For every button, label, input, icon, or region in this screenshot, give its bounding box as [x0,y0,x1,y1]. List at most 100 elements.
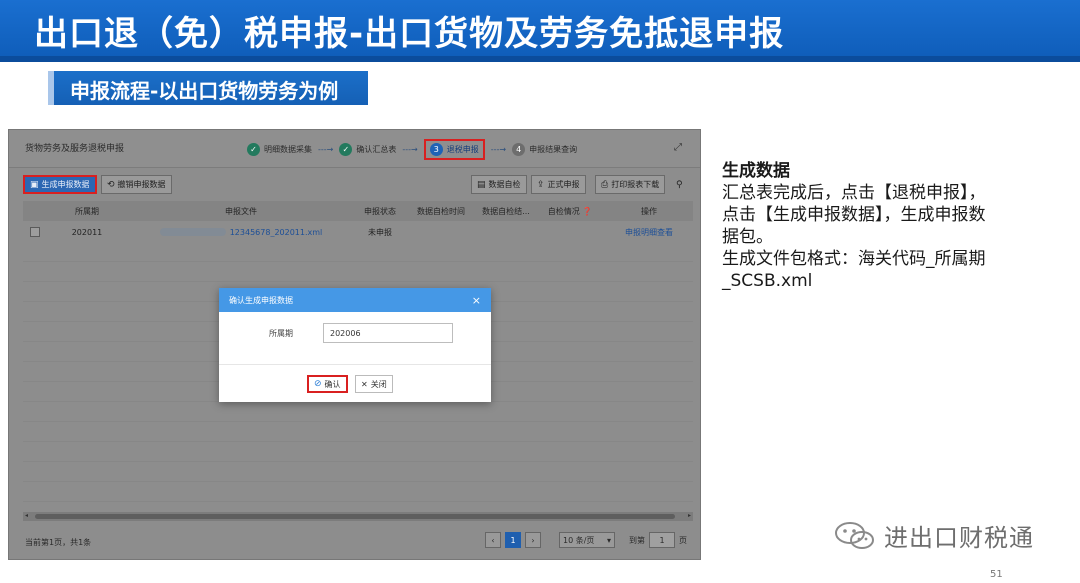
fullscreen-icon[interactable]: ⤢ [674,142,686,154]
button-label: 打印报表下载 [611,180,660,189]
check-icon: ✓ [247,142,260,156]
screenshot-panel: 货物劳务及服务退税申报 ✓ 明细数据采集 ---→ ✓ 确认汇总表 ---→ 3… [8,129,701,560]
slide-title: 出口退（免）税申报-出口货物及劳务免抵退申报 [34,14,785,54]
wechat-logo-icon [835,521,874,549]
column-header-with-help: 自检情况 ❓ [535,206,605,217]
step-label: 明细数据采集 [264,144,312,154]
horizontal-scrollbar[interactable]: ◂ ▸ [23,512,693,521]
subtitle-accent-bar [48,71,54,105]
period-field-label: 所属期 [269,329,293,338]
button-label: 生成申报数据 [41,180,90,189]
upload-icon: ⇪ [537,179,545,190]
scroll-thumb[interactable] [35,514,675,519]
panel-title: 货物劳务及服务退税申报 [25,144,125,154]
arrow-right-icon: ---→ [318,144,334,154]
pagination: ‹ 1 › 10 条/页 ▾ 到第 1 页 [485,532,687,548]
column-header: 数据自检时间 [417,206,465,216]
view-detail-link[interactable]: 申报明细查看 [605,227,693,238]
scroll-right-icon[interactable]: ▸ [688,512,691,519]
explanation-line: 据包。 [722,227,773,247]
record-count: 当前第1页，共1条 [25,538,92,547]
column-header: 自检情况 [547,206,580,216]
step-number-badge: 4 [512,142,526,156]
explanation-line: 生成文件包格式：海关代码_所属期 [722,249,986,269]
period-cell: 202011 [71,227,103,237]
data-check-button[interactable]: ▤ 数据自检 [471,175,527,194]
file-name-link[interactable]: 12345678_202011.xml [230,228,323,237]
period-input[interactable]: 202006 [323,323,453,343]
page-number: 51 [990,569,1003,580]
prev-page-icon[interactable]: ‹ [485,532,501,548]
column-header: 操作 [641,206,657,216]
print-download-button[interactable]: ⎙ 打印报表下载 [595,175,666,194]
undo-icon: ⟲ [107,179,115,190]
step-label: 确认汇总表 [356,144,397,154]
column-header: 申报文件 [225,206,257,216]
revoke-data-button[interactable]: ⟲ 撤销申报数据 [101,175,172,194]
column-header: 所属期 [75,206,99,216]
redacted-text [159,228,226,236]
panel-header: 货物劳务及服务退税申报 ✓ 明细数据采集 ---→ ✓ 确认汇总表 ---→ 3… [9,130,700,168]
step-number-badge: 3 [429,142,443,156]
formal-declare-button[interactable]: ⇪ 正式申报 [531,175,586,194]
image-icon: ▣ [30,179,39,190]
title-banner-shade [0,56,1080,62]
close-button[interactable]: ✕ 关闭 [355,375,393,393]
close-icon: ✕ [361,379,368,389]
row-select-cell [23,227,47,237]
help-icon[interactable]: ❓ [582,207,592,216]
page-size-select[interactable]: 10 条/页 ▾ [559,532,615,548]
subtitle-tag: 申报流程-以出口货物劳务为例 [48,71,368,105]
step-label: 申报结果查询 [529,144,578,154]
status-cell: 未申报 [368,227,392,237]
explanation-block: 生成数据 汇总表完成后，点击【退税申报】， 点击【生成申报数据】，生成申报数 据… [722,160,1022,292]
row-checkbox[interactable] [30,227,40,237]
dialog-footer: ⊘ 确认 ✕ 关闭 [219,364,491,402]
button-label: 确认 [324,379,341,389]
check-circle-icon: ⊘ [314,379,322,389]
button-label: 数据自检 [488,180,521,189]
confirm-button[interactable]: ⊘ 确认 [307,375,348,393]
arrow-right-icon: ---→ [490,144,507,154]
close-icon[interactable]: × [472,294,481,307]
file-cell[interactable]: 12345678_202011.xml [127,228,355,237]
page-unit-label: 页 [679,535,687,545]
check-icon: ✓ [339,142,353,156]
dialog-header: 确认生成申报数据 × [219,288,491,312]
chevron-down-icon: ▾ [606,535,611,545]
printer-icon: ⎙ [601,179,609,190]
table-header: 所属期 申报文件 申报状态 数据自检时间 数据自检结... 自检情况 ❓ 操作 [23,201,693,221]
filter-icon[interactable]: ⚲ [671,175,688,194]
generate-data-button[interactable]: ▣ 生成申报数据 [23,175,97,194]
scroll-left-icon[interactable]: ◂ [25,512,28,519]
column-header: 数据自检结... [482,206,530,216]
document-icon: ▤ [477,179,486,190]
next-page-icon[interactable]: › [525,532,541,548]
explanation-heading: 生成数据 [722,161,790,181]
page-number-button[interactable]: 1 [505,532,521,548]
watermark: 进出口财税通 [834,518,1034,553]
column-header: 申报状态 [364,206,396,216]
slide-subtitle: 申报流程-以出口货物劳务为例 [70,79,339,103]
title-banner: 出口退（免）税申报-出口货物及劳务免抵退申报 [0,0,1080,62]
table-row: 202011 12345678_202011.xml 未申报 申报明细查看 [23,222,693,242]
arrow-right-icon: ---→ [402,144,418,154]
explanation-line: 汇总表完成后，点击【退税申报】， [722,183,986,203]
page-size-value: 10 条/页 [563,535,595,545]
toolbar: ▣ 生成申报数据 ⟲ 撤销申报数据 ▤ 数据自检 ⇪ 正式申报 ⎙ 打印报表下载… [9,170,700,200]
step-collect[interactable]: ✓ 明细数据采集 [247,142,312,156]
dialog-title: 确认生成申报数据 [229,295,293,305]
jump-page-input[interactable]: 1 [649,532,675,548]
button-label: 正式申报 [547,180,580,189]
step-confirm-summary[interactable]: ✓ 确认汇总表 [339,142,397,156]
button-label: 关闭 [370,379,387,389]
watermark-text: 进出口财税通 [884,524,1034,552]
step-tax-refund-declare[interactable]: 3 退税申报 [423,138,485,160]
button-label: 撤销申报数据 [117,180,166,189]
explanation-line: 点击【生成申报数据】，生成申报数 [722,205,986,225]
explanation-line: _SCSB.xml [722,271,813,291]
jump-label: 到第 [629,535,645,545]
step-result-query[interactable]: 4 申报结果查询 [512,142,578,156]
dialog-body: 所属期 202006 [219,312,491,364]
table-footer: 当前第1页，共1条 ‹ 1 › 10 条/页 ▾ 到第 1 页 [9,528,700,558]
